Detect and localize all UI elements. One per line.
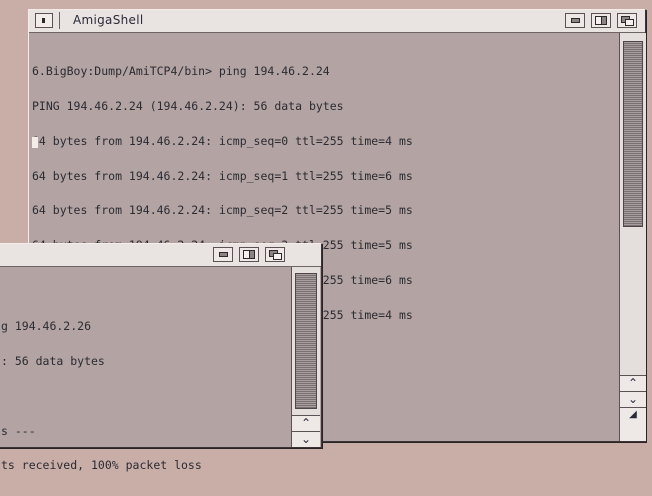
vertical-scrollbar[interactable]: ⌃ ⌄ ◢: [619, 33, 646, 441]
output-line: s ---: [1, 423, 36, 438]
scroll-up-button[interactable]: ⌃: [620, 375, 646, 391]
output-line: 64 bytes from 194.46.2.24: icmp_seq=1 tt…: [32, 168, 413, 183]
shell-output[interactable]: g 194.46.2.26 : 56 data bytes ​ s --- ts…: [1, 298, 202, 495]
iconify-gadget-icon[interactable]: [213, 247, 233, 262]
window-title: AmigaShell: [73, 13, 144, 27]
vertical-scrollbar[interactable]: ⌃ ⌄: [291, 267, 320, 447]
depth-gadget-icon[interactable]: [617, 13, 637, 28]
output-line: 64 bytes from 194.46.2.24: icmp_seq=2 tt…: [32, 203, 413, 218]
depth-gadget-icon[interactable]: [265, 247, 285, 262]
scroll-down-button[interactable]: ⌄: [620, 391, 646, 407]
output-line: ​: [1, 391, 202, 403]
second-shell-window[interactable]: g 194.46.2.26 : 56 data bytes ​ s --- ts…: [0, 243, 322, 471]
output-line: ts received, 100% packet loss: [1, 458, 202, 473]
title-bar[interactable]: [0, 244, 321, 267]
title-bar[interactable]: AmigaShell: [29, 10, 645, 33]
chevron-up-icon: ⌃: [627, 376, 639, 390]
output-line: 64 bytes from 194.46.2.24: icmp_seq=0 tt…: [32, 133, 413, 148]
scroll-down-button[interactable]: ⌄: [292, 431, 320, 447]
output-line: 6.BigBoy:Dump/AmiTCP4/bin> ping 194.46.2…: [32, 64, 330, 79]
scrollbar-thumb[interactable]: [623, 41, 643, 227]
output-line: PING 194.46.2.24 (194.46.2.24): 56 data …: [32, 98, 344, 113]
title-separator: [59, 12, 60, 29]
output-line: g 194.46.2.26: [1, 319, 92, 334]
resize-gadget-icon[interactable]: ◢: [620, 407, 646, 441]
chevron-up-icon: ⌃: [300, 416, 312, 430]
zoom-gadget-icon[interactable]: [591, 13, 611, 28]
iconify-gadget-icon[interactable]: [565, 13, 585, 28]
zoom-gadget-icon[interactable]: [239, 247, 259, 262]
text-cursor: [32, 137, 38, 148]
close-gadget-icon[interactable]: [35, 13, 53, 28]
output-line: : 56 data bytes: [1, 353, 105, 368]
scrollbar-thumb[interactable]: [295, 273, 317, 409]
scroll-up-button[interactable]: ⌃: [292, 415, 320, 431]
chevron-down-icon: ⌄: [627, 392, 639, 406]
